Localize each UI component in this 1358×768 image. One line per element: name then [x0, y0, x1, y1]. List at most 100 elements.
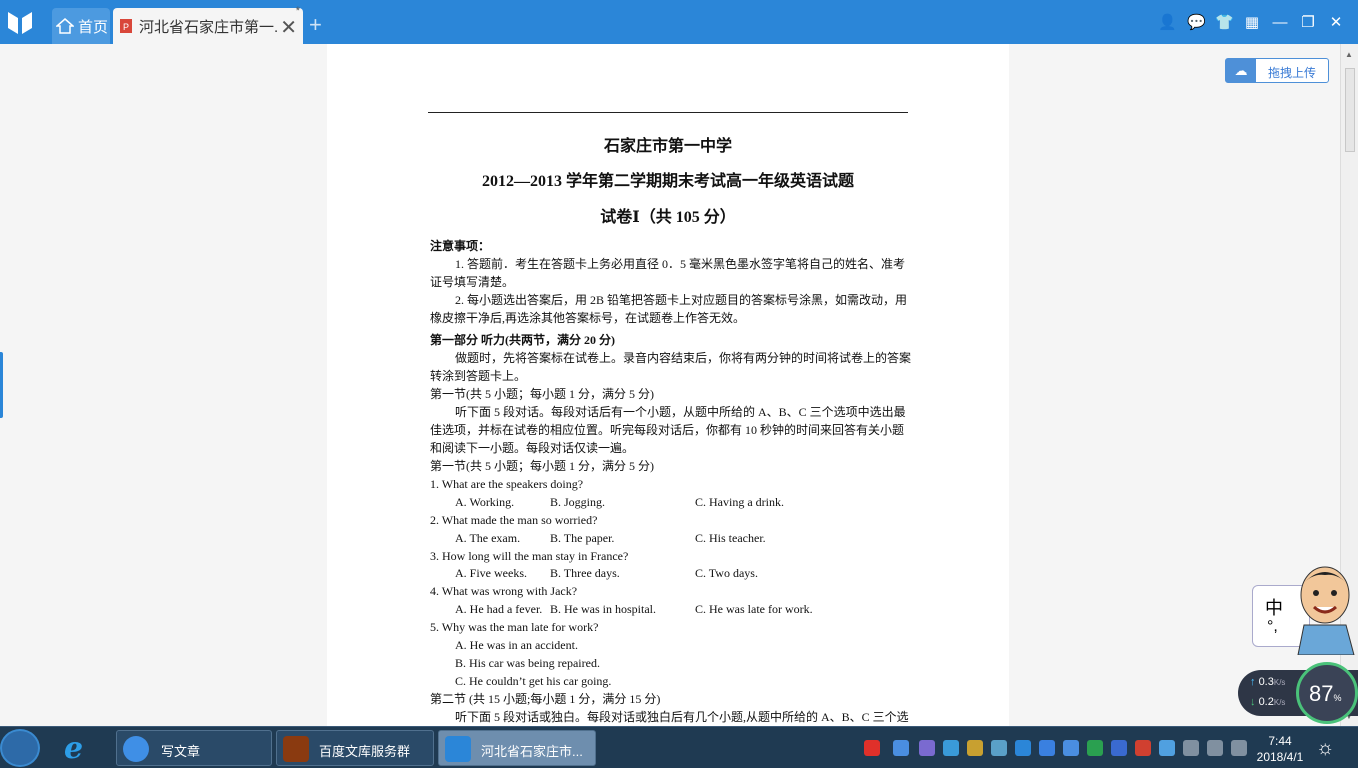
mascot-icon[interactable]: [1292, 563, 1358, 655]
notice-heading: 注意事项：: [430, 239, 491, 253]
option: C. Having a drink.: [695, 495, 784, 509]
minimize-icon[interactable]: —: [1271, 14, 1289, 32]
tab-home[interactable]: 首页: [52, 8, 110, 44]
viewer-tray-icon[interactable]: [1015, 740, 1031, 756]
option: B. His car was being repaired.: [455, 656, 600, 670]
tray-app-icon[interactable]: [1039, 740, 1055, 756]
option: C. He was late for work.: [695, 602, 813, 616]
option: B. Three days.: [550, 566, 620, 580]
text-line: 2. 每小题选出答案后，用 2B 铅笔把答题卡上对应题目的答案标号涂黑，如需改动…: [455, 293, 908, 307]
ppt-file-icon: P: [120, 19, 132, 33]
text-line: 和阅读下一小题。每段对话仅读一遍。: [430, 441, 635, 455]
question: 3. How long will the man stay in France?: [430, 549, 629, 563]
title-bar: 首页 P 河北省石家庄市第一... ✕ * + 👤 💬 👕 ▦ — ❐ ✕: [0, 0, 1358, 44]
ie-browser-icon[interactable]: e: [64, 731, 98, 766]
tray-app-icon[interactable]: [967, 740, 983, 756]
message-icon[interactable]: 💬: [1187, 14, 1206, 32]
task-document-viewer[interactable]: 河北省石家庄市...: [438, 730, 596, 766]
upload-label: 拖拽上传: [1268, 66, 1317, 80]
option: C. He couldn’t get his car going.: [455, 674, 612, 688]
option: B. The paper.: [550, 531, 615, 545]
group-avatar-icon: [283, 736, 309, 762]
speaker-icon[interactable]: [1231, 740, 1247, 756]
task-wenku-group[interactable]: 百度文库服务群: [276, 730, 434, 766]
svg-text:P: P: [123, 22, 129, 32]
shirt-icon[interactable]: 👕: [1215, 14, 1234, 32]
section-heading: 第一部分 听力(共两节，满分 20 分): [430, 333, 615, 347]
option: C. Two days.: [695, 566, 758, 580]
option: A. The exam.: [455, 531, 521, 545]
volume-mute-icon[interactable]: [1135, 740, 1151, 756]
cloud-icon: ☁: [1226, 59, 1256, 82]
bluetooth-icon[interactable]: [1111, 740, 1127, 756]
viewer-app-icon: [445, 736, 471, 762]
maximize-icon[interactable]: ❐: [1299, 14, 1317, 32]
user-icon[interactable]: 👤: [1158, 14, 1177, 32]
side-panel-handle[interactable]: [0, 352, 3, 418]
close-window-icon[interactable]: ✕: [1327, 14, 1345, 32]
text-line: 证号填写清楚。: [430, 275, 515, 289]
question: 5. Why was the man late for work?: [430, 620, 599, 634]
paper-title: 试卷Ⅰ（共 105 分）: [600, 209, 736, 226]
clock[interactable]: 7:44 2018/4/1: [1252, 733, 1308, 765]
section-heading: 第二节 (共 15 小题;每小题 1 分，满分 15 分): [430, 692, 661, 706]
tray-app-icon[interactable]: [919, 740, 935, 756]
upload-speed: ↑ 0.3K/s: [1250, 676, 1286, 688]
start-button[interactable]: [0, 729, 40, 767]
task-write-article[interactable]: 写文章: [116, 730, 272, 766]
scroll-thumb[interactable]: [1345, 68, 1355, 152]
text-line: 第一节(共 5 小题；每小题 1 分，满分 5 分): [430, 387, 654, 401]
text-line: 听下面 5 段对话。每段对话后有一个小题，从题中所给的 A、B、C 三个选项中选…: [455, 405, 906, 419]
text-line: 佳选项，并标在试卷的相应位置。听完每段对话后，你都有 10 秒钟的时间来回答有关…: [430, 423, 905, 437]
option: A. Five weeks.: [455, 566, 527, 580]
tray-app-icon[interactable]: [991, 740, 1007, 756]
school-name: 石家庄市第一中学: [603, 138, 732, 155]
drag-upload-button[interactable]: ☁ 拖拽上传: [1225, 58, 1329, 83]
tray-app-icon[interactable]: [1087, 740, 1103, 756]
home-icon: [56, 18, 74, 34]
memory-gauge[interactable]: 87%: [1296, 662, 1358, 724]
baidu-cloud-icon[interactable]: [1063, 740, 1079, 756]
scroll-up-icon[interactable]: ▲: [1345, 50, 1353, 59]
ime-punctuation: °,: [1267, 618, 1278, 635]
question: 2. What made the man so worried?: [430, 513, 598, 527]
option: C. His teacher.: [695, 531, 766, 545]
tab-document[interactable]: P 河北省石家庄市第一... ✕ *: [113, 5, 303, 44]
document-page: 石家庄市第一中学 2012—2013 学年第二学期期末考试高一年级英语试题 试卷…: [327, 44, 1009, 726]
text-line: 听下面 5 段对话或独白。每段对话或独白后有几个小题,从题中所给的 A、B、C …: [455, 710, 909, 724]
taskbar: e 写文章 百度文库服务群 河北省石家庄市... 7:44 2018/4/1 ☼: [0, 726, 1358, 768]
download-speed: ↓ 0.2K/s: [1250, 696, 1286, 708]
sogou-ime-icon[interactable]: [864, 740, 880, 756]
pin-icon[interactable]: *: [296, 5, 300, 17]
memory-percent: 87: [1309, 681, 1334, 706]
question: 1. What are the speakers doing?: [430, 477, 584, 491]
new-tab-button[interactable]: +: [309, 12, 322, 38]
tab-document-label: 河北省石家庄市第一...: [139, 18, 279, 36]
text-line: 转涂到答题卡上。: [430, 369, 527, 383]
clock-date: 2018/4/1: [1256, 750, 1304, 764]
tray-app-icon[interactable]: [1159, 740, 1175, 756]
close-tab-icon[interactable]: ✕: [280, 15, 297, 40]
clock-time: 7:44: [1268, 734, 1292, 748]
battery-icon[interactable]: [1183, 740, 1199, 756]
brightness-icon[interactable]: ☼: [1316, 737, 1334, 760]
option: A. Working.: [455, 495, 515, 509]
tray-app-icon[interactable]: [893, 740, 909, 756]
option: B. Jogging.: [550, 495, 606, 509]
text-line: 第一节(共 5 小题；每小题 1 分，满分 5 分): [430, 459, 654, 473]
text-line: 1. 答题前．考生在答题卡上务必用直径 0．5 毫米黑色墨水签字笔将自己的姓名、…: [455, 257, 906, 271]
security-shield-icon[interactable]: [943, 740, 959, 756]
option: A. He had a fever.: [455, 602, 543, 616]
question: 4. What was wrong with Jack?: [430, 584, 578, 598]
network-icon[interactable]: [1207, 740, 1223, 756]
grid-icon[interactable]: ▦: [1243, 14, 1261, 32]
exam-title: 2012—2013 学年第二学期期末考试高一年级英语试题: [481, 173, 854, 190]
header-rule: [428, 112, 908, 113]
app-logo-icon[interactable]: [6, 10, 34, 36]
chat-app-icon: [123, 736, 149, 762]
option: A. He was in an accident.: [455, 638, 578, 652]
option: B. He was in hospital.: [550, 602, 656, 616]
tab-home-label: 首页: [78, 18, 109, 36]
text-line: 橡皮擦干净后,再选涂其他答案标号，在试题卷上作答无效。: [430, 311, 746, 325]
ime-language: 中: [1265, 598, 1283, 618]
